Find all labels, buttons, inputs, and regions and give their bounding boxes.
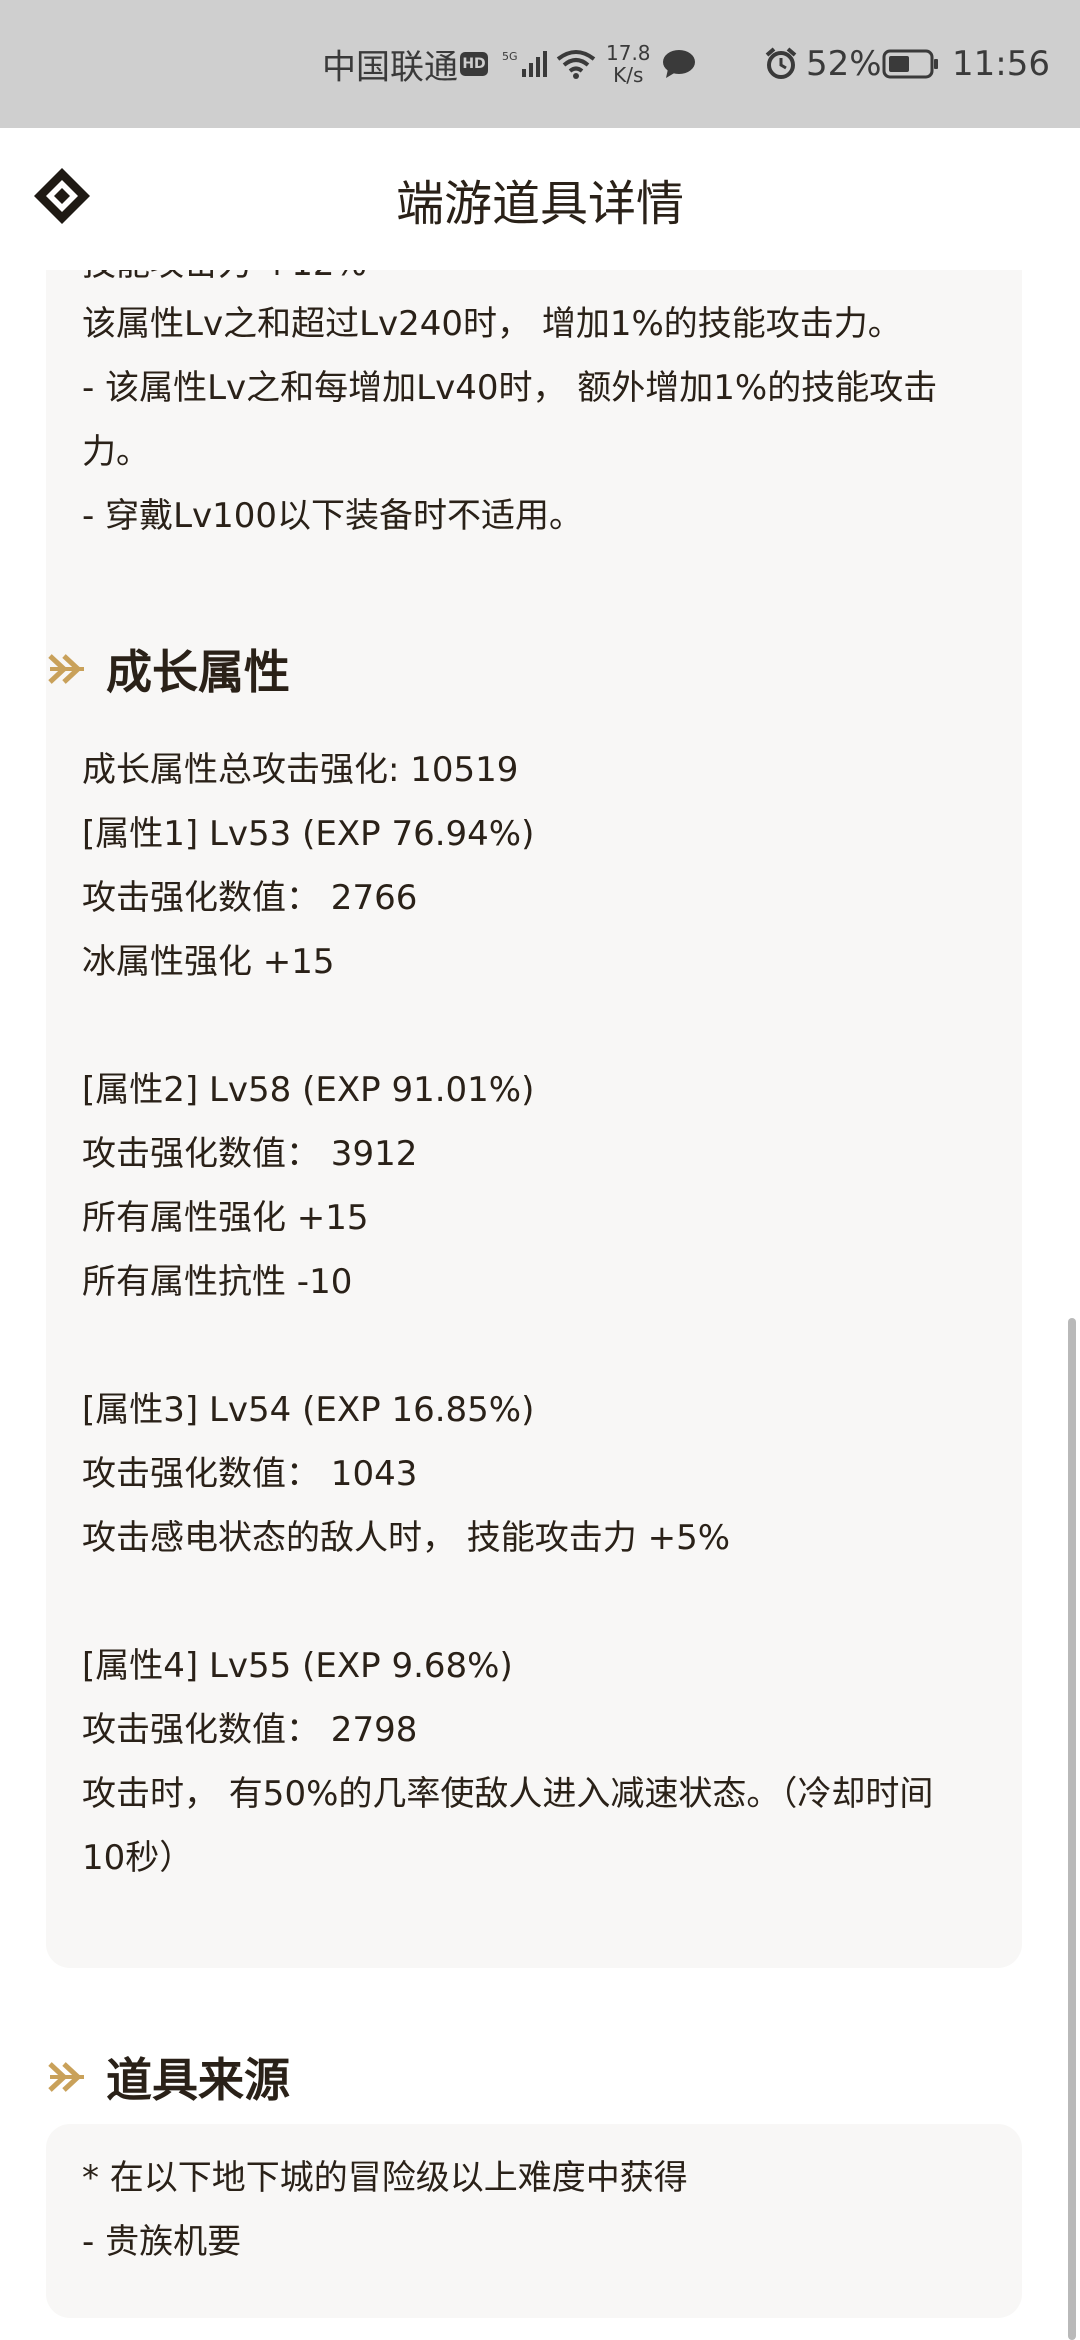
skill-line: - 穿戴Lv100以下装备时不适用。 bbox=[82, 496, 584, 536]
battery-icon bbox=[882, 49, 940, 79]
alarm-icon bbox=[764, 47, 798, 81]
scrollbar[interactable] bbox=[1068, 1318, 1076, 2340]
skill-line: 该属性Lv之和超过Lv240时， 增加1%的技能攻击力。 bbox=[82, 304, 902, 344]
attribute-4-effect: 攻击时， 有50%的几率使敌人进入减速状态。（冷却时间 bbox=[82, 1774, 934, 1814]
skill-line: 力。 bbox=[82, 432, 150, 472]
attribute-1-header: [属性1] Lv53 (EXP 76.94%) bbox=[82, 814, 535, 854]
item-source-card: * 在以下地下城的冒险级以上难度中获得 - 贵族机要 bbox=[46, 2124, 1022, 2318]
source-line: * 在以下地下城的冒险级以上难度中获得 bbox=[82, 2158, 688, 2198]
attribute-1-effect: 冰属性强化 +15 bbox=[82, 942, 335, 982]
double-arrow-icon bbox=[48, 2062, 84, 2092]
hd-badge: HD bbox=[460, 52, 488, 76]
network-speed: 17.8 K/s bbox=[606, 41, 651, 87]
attribute-3-effect: 攻击感电状态的敌人时， 技能攻击力 +5% bbox=[82, 1518, 731, 1558]
carrier-label: 中国联通 bbox=[322, 47, 458, 88]
source-dungeon[interactable]: - 贵族机要 bbox=[82, 2222, 241, 2262]
attribute-1-value: 攻击强化数值： 2766 bbox=[82, 878, 418, 918]
growth-section-title: 成长属性 bbox=[106, 645, 290, 699]
attribute-4-value: 攻击强化数值： 2798 bbox=[82, 1710, 418, 1750]
attribute-4-header: [属性4] Lv55 (EXP 9.68%) bbox=[82, 1646, 513, 1686]
top-nav-bar: 端游道具详情 bbox=[0, 128, 1080, 270]
attribute-2-value: 攻击强化数值： 3912 bbox=[82, 1134, 418, 1174]
clock: 11:56 bbox=[952, 44, 1050, 84]
growth-attributes-card: 成长属性总攻击强化: 10519 [属性1] Lv53 (EXP 76.94%)… bbox=[46, 716, 1022, 1968]
attribute-2-effect: 所有属性抗性 -10 bbox=[82, 1262, 353, 1302]
double-arrow-icon bbox=[48, 654, 84, 684]
growth-total: 成长属性总攻击强化: 10519 bbox=[82, 750, 519, 790]
wifi-icon bbox=[556, 49, 596, 79]
skill-line: 技能攻击力 +12% bbox=[82, 270, 367, 284]
attribute-4-effect: 10秒） bbox=[82, 1838, 194, 1878]
attribute-2-header: [属性2] Lv58 (EXP 91.01%) bbox=[82, 1070, 535, 1110]
growth-section-header: 成长属性 bbox=[46, 636, 290, 702]
attribute-2-effect: 所有属性强化 +15 bbox=[82, 1198, 369, 1238]
attribute-3-value: 攻击强化数值： 1043 bbox=[82, 1454, 418, 1494]
status-bar: 中国联通 HD 5G 17.8 K/s 52% 11:56 bbox=[0, 0, 1080, 128]
message-icon bbox=[662, 49, 696, 79]
signal-icon: 5G bbox=[502, 49, 550, 79]
battery-percent: 52% bbox=[806, 44, 882, 84]
page-title: 端游道具详情 bbox=[395, 176, 684, 232]
network-type: 5G bbox=[502, 50, 518, 63]
skill-line: - 该属性Lv之和每增加Lv40时， 额外增加1%的技能攻击 bbox=[82, 368, 938, 408]
source-section-title: 道具来源 bbox=[106, 2053, 290, 2107]
attribute-3-header: [属性3] Lv54 (EXP 16.85%) bbox=[82, 1390, 535, 1430]
source-section-header: 道具来源 bbox=[46, 2044, 290, 2110]
scroll-content[interactable]: 技能攻击力 +12% 该属性Lv之和超过Lv240时， 增加1%的技能攻击力。 … bbox=[0, 270, 1080, 2340]
